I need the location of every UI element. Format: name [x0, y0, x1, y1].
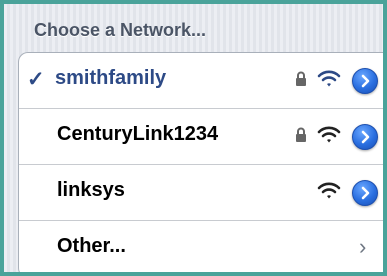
- network-name: linksys: [57, 179, 125, 201]
- wifi-settings-panel: Choose a Network... ✓ smithfamily Centur…: [4, 4, 383, 272]
- wifi-icon: [317, 182, 341, 205]
- checkmark-icon: ✓: [27, 68, 45, 91]
- chevron-right-icon: ›: [359, 234, 367, 259]
- info-icon[interactable]: [352, 124, 378, 150]
- network-name: smithfamily: [55, 67, 167, 89]
- wifi-icon: [317, 126, 341, 149]
- network-list: ✓ smithfamily CenturyLink1234 linksys Ot…: [18, 52, 383, 272]
- lock-icon: [295, 127, 307, 148]
- network-name: CenturyLink1234: [57, 123, 219, 145]
- wifi-icon: [317, 70, 341, 93]
- info-icon[interactable]: [352, 180, 378, 206]
- network-row-linksys[interactable]: linksys: [19, 165, 383, 221]
- lock-icon: [295, 71, 307, 92]
- info-icon[interactable]: [352, 68, 378, 94]
- other-network-row[interactable]: Other... ›: [19, 221, 383, 272]
- section-header: Choose a Network...: [34, 20, 207, 40]
- network-row-smithfamily[interactable]: ✓ smithfamily: [19, 53, 383, 109]
- other-network-label: Other...: [57, 235, 126, 257]
- network-row-centurylink1234[interactable]: CenturyLink1234: [19, 109, 383, 165]
